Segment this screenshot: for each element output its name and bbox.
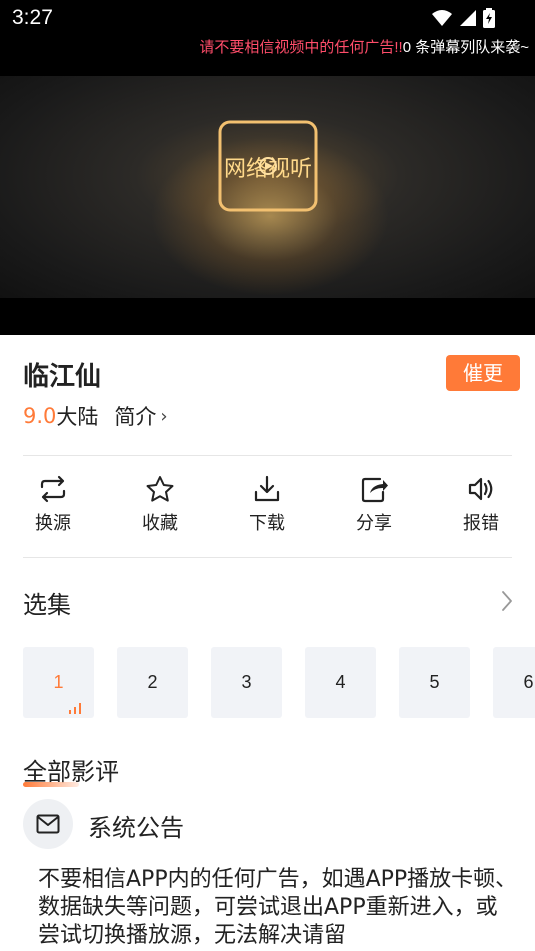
episode-item[interactable]: 2 (117, 647, 188, 718)
share-icon (361, 477, 388, 503)
episodes-header[interactable]: 选集 (23, 585, 71, 620)
status-icons (431, 8, 495, 28)
switch-source-icon (40, 475, 66, 503)
mail-icon (36, 814, 60, 834)
star-icon (146, 476, 174, 502)
download-icon (254, 475, 280, 502)
divider (23, 557, 512, 558)
chevron-right-icon[interactable] (501, 590, 513, 612)
episode-number: 2 (147, 672, 158, 692)
notice-avatar (23, 799, 73, 849)
danmu-count: 0 条弹幕列队来袭~ (402, 39, 529, 56)
episode-list: 1 2 3 4 5 6 (23, 647, 535, 719)
danmu-marquee: 请不要相信视频中的任何广告!!0 条弹幕列队来袭~ (0, 34, 535, 60)
switch-source-button[interactable]: 换源 (18, 475, 88, 535)
episode-number: 3 (241, 672, 252, 692)
episode-item[interactable]: 3 (211, 647, 282, 718)
score: 9.0 (23, 404, 57, 428)
video-player[interactable]: 3:27 请不要相信视频中的任何广告!!0 条弹幕列队来袭~ 网络视听 (0, 0, 535, 335)
share-button[interactable]: 分享 (339, 475, 409, 535)
urge-update-button[interactable]: 催更 (446, 355, 520, 391)
share-label: 分享 (356, 513, 392, 534)
report-error-label: 报错 (463, 513, 499, 534)
episode-item[interactable]: 1 (23, 647, 94, 718)
danmu-warning: 请不要相信视频中的任何广告!! (199, 39, 403, 56)
notice-title: 系统公告 (88, 814, 184, 842)
action-bar: 换源 收藏 下载 分享 报错 (0, 475, 535, 545)
speaker-icon (468, 477, 493, 501)
reviews-title-underline (23, 782, 79, 787)
episode-number: 6 (523, 672, 534, 692)
page-title: 临江仙 (23, 362, 102, 392)
meta-row: 9.0 大陆 简介 › (23, 401, 168, 431)
switch-source-label: 换源 (35, 513, 71, 534)
episode-number: 5 (429, 672, 440, 692)
signal-icon (460, 10, 476, 26)
playing-bars-icon (69, 703, 81, 714)
status-bar: 3:27 (0, 0, 535, 34)
region: 大陆 (56, 405, 99, 429)
notice-body: 不要相信APP内的任何广告，如遇APP播放卡顿、数据缺失等问题，可尝试退出APP… (38, 867, 518, 948)
episode-number: 4 (335, 672, 346, 692)
download-label: 下载 (249, 513, 285, 534)
battery-icon (483, 8, 495, 28)
chevron-right-icon: › (160, 405, 168, 427)
report-error-button[interactable]: 报错 (446, 475, 516, 535)
episode-item[interactable]: 6 (493, 647, 535, 718)
wifi-icon (432, 10, 452, 26)
status-time: 3:27 (12, 6, 53, 29)
divider (23, 455, 512, 456)
episode-item[interactable]: 4 (305, 647, 376, 718)
episode-number: 1 (53, 672, 64, 692)
episode-item[interactable]: 5 (399, 647, 470, 718)
favorite-button[interactable]: 收藏 (125, 475, 195, 535)
video-logo: 网络视听 (218, 120, 318, 212)
logo-text: 网络视听 (224, 157, 312, 182)
download-button[interactable]: 下载 (232, 475, 302, 535)
intro-link[interactable]: 简介 (114, 401, 156, 431)
favorite-label: 收藏 (142, 513, 178, 534)
